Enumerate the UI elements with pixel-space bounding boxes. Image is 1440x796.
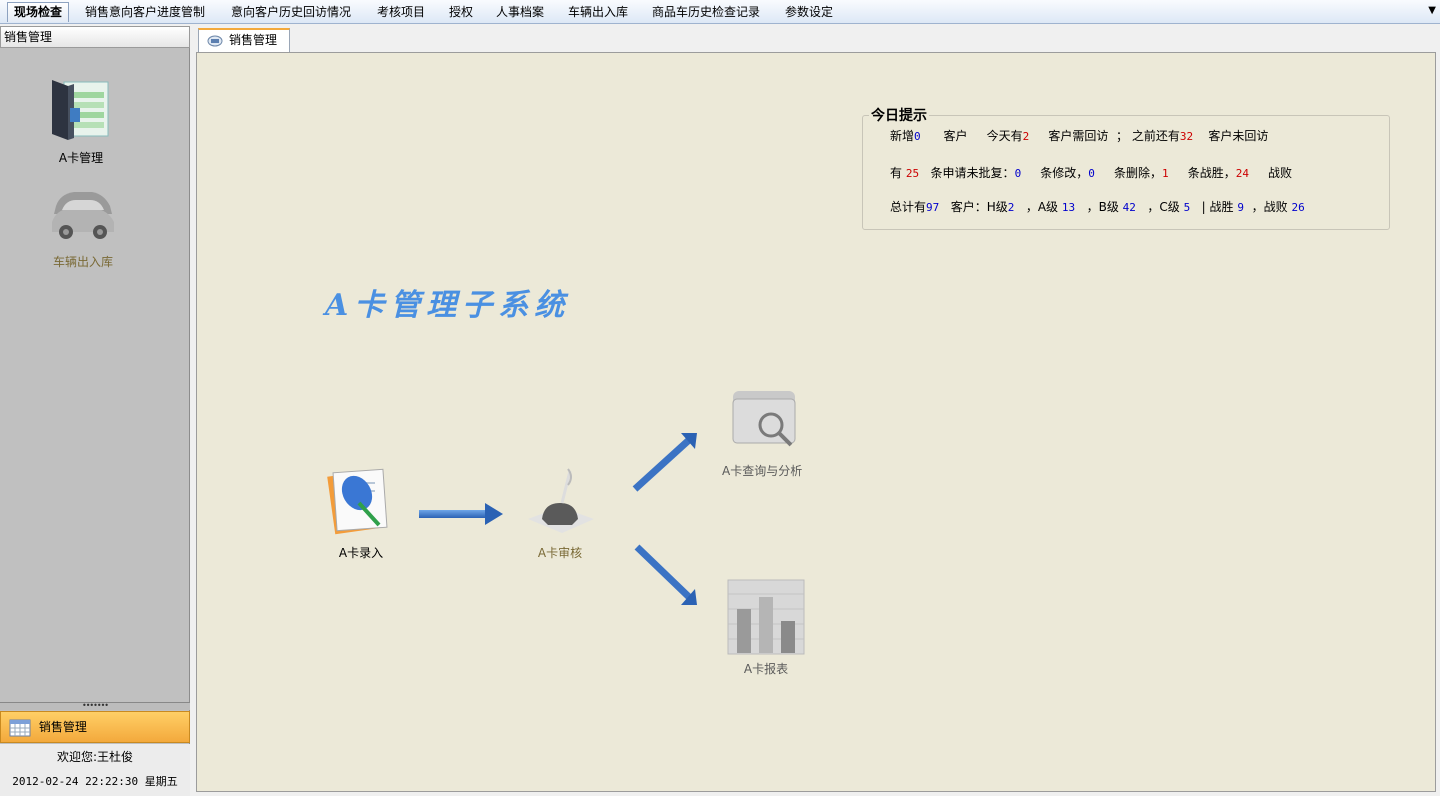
menu-item-vehicle-history[interactable]: 商品车历史检查记录 <box>646 2 766 22</box>
tip-num-today: 2 <box>1022 130 1030 143</box>
node-a-card-report[interactable]: A卡报表 <box>727 579 805 677</box>
today-tips-title: 今日提示 <box>869 105 929 125</box>
node-a-card-report-label: A卡报表 <box>743 662 789 676</box>
datetime-text: 2012-02-24 22:22:30 星期五 <box>12 775 178 788</box>
system-title: A卡管理子系统 <box>325 288 571 323</box>
node-a-card-query[interactable]: A卡查询与分析 <box>722 385 802 479</box>
arrow-review-to-query <box>632 433 697 492</box>
node-a-card-review-label: A卡审核 <box>537 546 583 560</box>
nav-section-label: 销售管理 <box>38 720 87 734</box>
node-a-card-query-label: A卡查询与分析 <box>722 464 803 478</box>
launcher-vehicle-inout-label: 车辆出入库 <box>52 255 113 269</box>
left-panel: 销售管理 A卡管理 车辆出入库 ••••••• 销售管理 欢迎您:王杜俊 201… <box>0 26 190 796</box>
menu-item-site-inspection[interactable]: 现场检查 <box>7 2 70 22</box>
tip-num-won: 9 <box>1237 201 1244 214</box>
menu-item-vehicle-inout[interactable]: 车辆出入库 <box>562 2 634 22</box>
tip-text: | 战胜 <box>1201 200 1234 214</box>
tip-text: ，战败 <box>1251 200 1288 214</box>
tab-strip: 销售管理 <box>194 26 1440 52</box>
tab-app-icon <box>207 35 223 47</box>
left-panel-title: 销售管理 <box>0 26 190 48</box>
launcher-vehicle-inout[interactable]: 车辆出入库 <box>43 186 123 270</box>
menu-item-authorization[interactable]: 授权 <box>443 2 479 22</box>
tip-num-h: 2 <box>1007 201 1015 214</box>
tips-line-1: 新增0 客户 今天有2 客户需回访 ； 之前还有32 客户未回访 <box>890 127 1268 144</box>
tip-num-lost: 26 <box>1291 201 1305 214</box>
node-a-card-review[interactable]: A卡审核 <box>522 463 598 561</box>
tip-text: 总计有 <box>890 200 927 214</box>
ink-pen-icon <box>528 468 594 533</box>
arrow-entry-to-review <box>419 503 503 525</box>
tip-text: 今天有 <box>986 129 1023 143</box>
quill-document-icon <box>327 468 388 535</box>
tip-num-win: 1 <box>1162 167 1169 180</box>
tip-text: 战败 <box>1268 166 1293 180</box>
tip-text: 有 <box>890 166 903 180</box>
panel-splitter[interactable]: ••••••• <box>0 702 190 710</box>
welcome-text: 欢迎您:王杜俊 <box>56 750 134 764</box>
calendar-icon <box>9 719 31 736</box>
menu-dropdown-icon[interactable]: ▼ <box>1428 4 1436 18</box>
tip-num-c: 5 <box>1183 201 1191 214</box>
nav-section-sales[interactable]: 销售管理 <box>0 711 190 743</box>
content-area: 今日提示 新增0 客户 今天有2 客户需回访 ； 之前还有32 客户未回访 有 … <box>196 52 1436 792</box>
status-area: 欢迎您:王杜俊 2012-02-24 22:22:30 星期五 <box>0 744 190 796</box>
cars-icon <box>52 192 114 239</box>
arrow-review-to-report <box>634 544 697 605</box>
tab-sales-label: 销售管理 <box>229 33 278 47</box>
tip-text: 客户需回访 <box>1048 129 1109 143</box>
tip-text: 条删除， <box>1113 166 1162 180</box>
tip-num-lose: 24 <box>1235 167 1249 180</box>
bar-chart-icon <box>727 579 805 655</box>
menu-item-settings[interactable]: 参数设定 <box>779 2 839 22</box>
launcher-a-card-label: A卡管理 <box>58 151 104 165</box>
magnifier-folder-icon <box>732 391 796 447</box>
menu-item-intent-history[interactable]: 意向客户历史回访情况 <box>225 2 357 22</box>
menu-item-personnel[interactable]: 人事档案 <box>490 2 550 22</box>
menu-item-assessment[interactable]: 考核项目 <box>371 2 431 22</box>
tip-num-new: 0 <box>914 130 921 143</box>
folder-book-icon <box>52 80 109 140</box>
tips-line-2: 有 25 条申请未批复：0 条修改，0 条删除，1 条战胜，24 战败 <box>890 164 1292 181</box>
launcher-a-card[interactable]: A卡管理 <box>41 78 121 166</box>
menu-item-intent-progress[interactable]: 销售意向客户进度管制 <box>79 2 211 22</box>
tip-num-total: 97 <box>926 201 940 214</box>
tip-text: 客户 <box>943 129 968 143</box>
tip-num-a: 13 <box>1061 201 1076 214</box>
tip-text: 客户： <box>950 200 987 214</box>
node-a-card-entry-label: A卡录入 <box>338 546 384 560</box>
tip-text: ，A级 <box>1025 200 1059 214</box>
today-tips-panel: 今日提示 新增0 客户 今天有2 客户需回访 ； 之前还有32 客户未回访 有 … <box>862 105 1390 230</box>
tips-line-3: 总计有97 客户：H级2 ，A级 13 ，B级 42 ，C级 5 | 战胜 9 … <box>890 198 1305 215</box>
tip-num-delete: 0 <box>1088 167 1095 180</box>
tip-text: H级 <box>986 200 1008 214</box>
tip-text: 客户未回访 <box>1208 129 1269 143</box>
tip-text: 之前还有 <box>1131 129 1180 143</box>
tip-text: 条申请未批复： <box>930 166 1015 180</box>
tip-num-before: 32 <box>1179 130 1194 143</box>
tab-sales-management[interactable]: 销售管理 <box>198 28 290 52</box>
tip-num-b: 42 <box>1122 201 1136 214</box>
tip-text: ； <box>1116 129 1129 143</box>
tip-text: 新增 <box>890 129 915 143</box>
tip-num-modify: 0 <box>1014 167 1022 180</box>
tip-text: ，C级 <box>1147 200 1180 214</box>
tip-text: ，B级 <box>1086 200 1119 214</box>
tip-text: 条修改， <box>1040 166 1089 180</box>
node-a-card-entry[interactable]: A卡录入 <box>323 463 399 561</box>
menu-bar: 现场检查 销售意向客户进度管制 意向客户历史回访情况 考核项目 授权 人事档案 … <box>0 0 1440 24</box>
tip-text: 条战胜， <box>1187 166 1236 180</box>
tip-num-pending: 25 <box>905 167 920 180</box>
